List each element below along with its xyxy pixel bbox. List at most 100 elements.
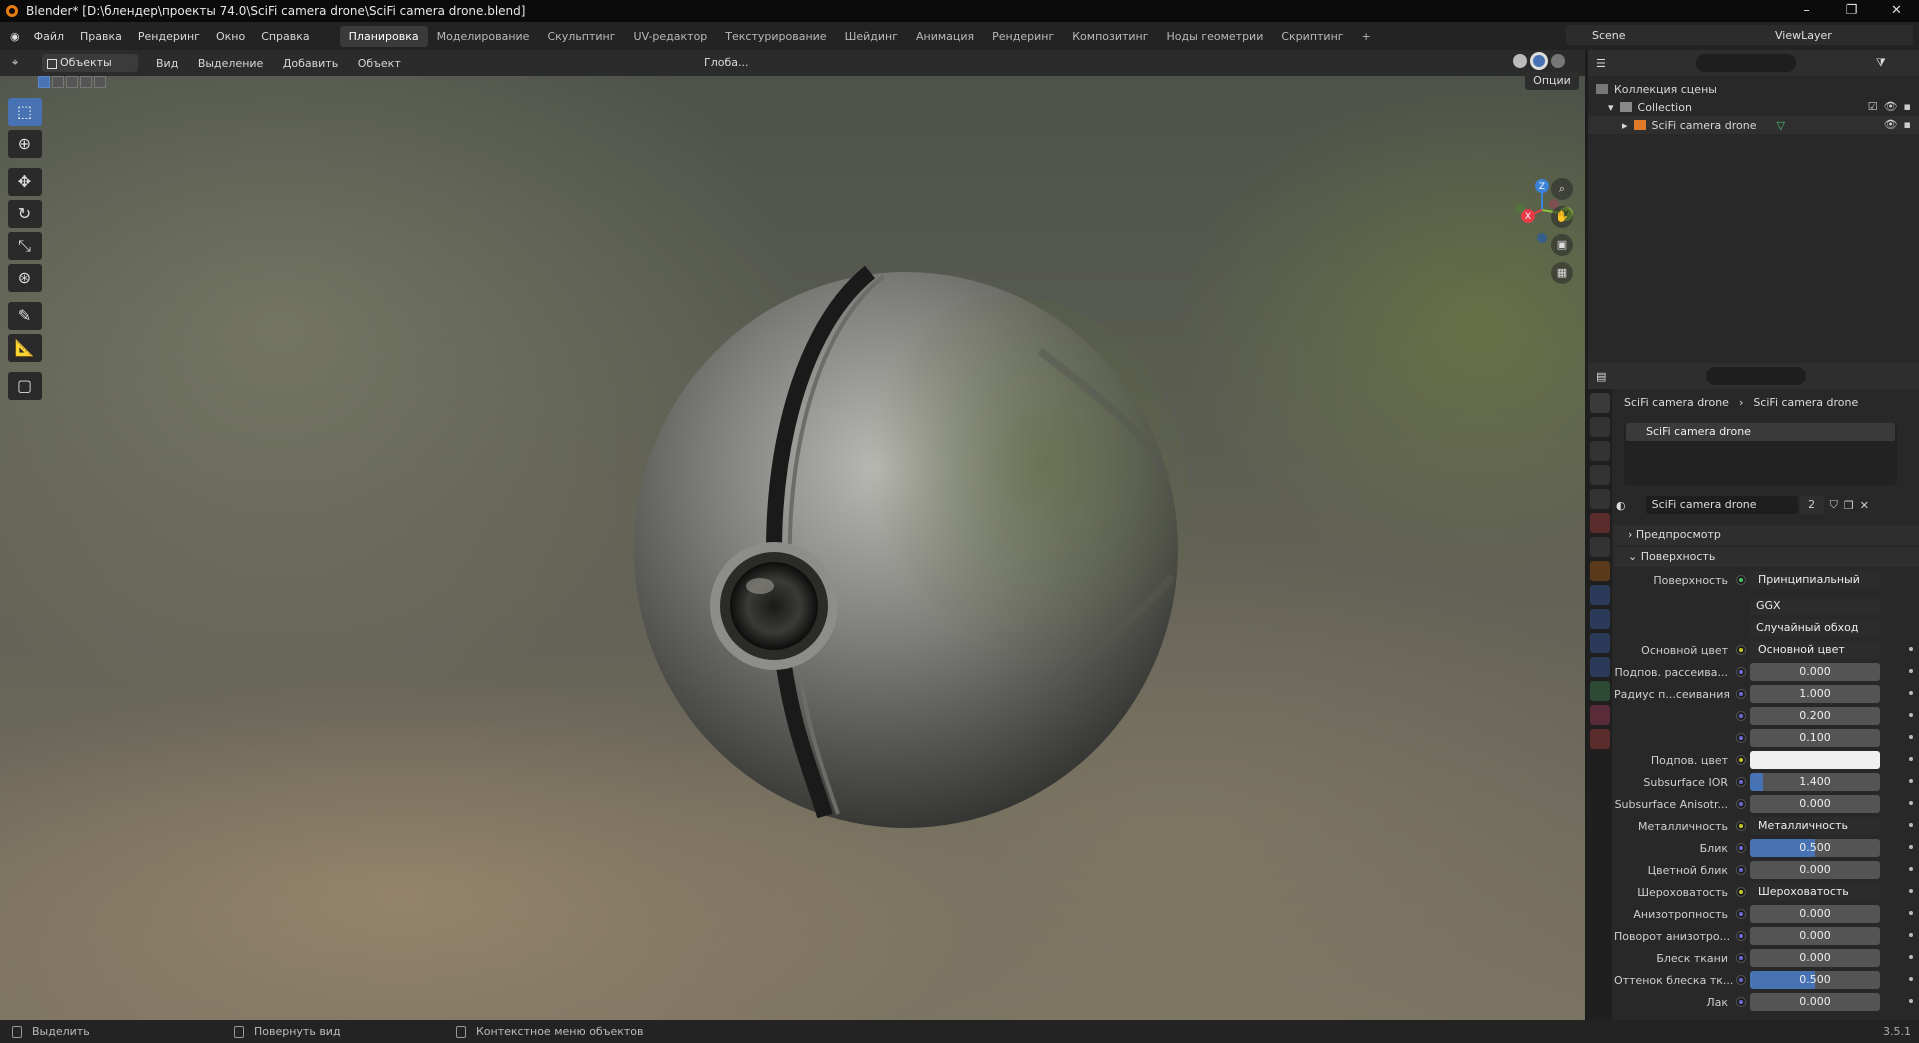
- socket-icon[interactable]: [1736, 755, 1746, 765]
- number-field[interactable]: 0.500: [1750, 971, 1880, 989]
- checkbox-icon[interactable]: ☑: [1868, 100, 1878, 113]
- keyframe-dot-icon[interactable]: [1909, 889, 1913, 893]
- surface-shader-field[interactable]: Принципиальный BSDF: [1750, 571, 1880, 589]
- menu-edit[interactable]: Правка: [72, 30, 130, 43]
- properties-search-input[interactable]: [1706, 367, 1807, 385]
- view-layer-selector[interactable]: ViewLayer: [1743, 25, 1913, 45]
- constraints-tab-icon[interactable]: [1590, 657, 1610, 677]
- move-icon[interactable]: ✥: [7, 168, 42, 196]
- panel-preview[interactable]: › Предпросмотр: [1614, 525, 1919, 545]
- maximize-icon[interactable]: ❐: [1829, 0, 1874, 22]
- camera-icon[interactable]: ▪: [1904, 118, 1911, 131]
- linked-input-field[interactable]: Шероховатость: [1750, 883, 1880, 901]
- color-swatch[interactable]: [1750, 751, 1880, 769]
- socket-icon[interactable]: [1736, 689, 1746, 699]
- outliner-collection[interactable]: ▾ Collection ☑ 👁 ▪: [1588, 98, 1919, 116]
- keyframe-dot-icon[interactable]: [1909, 669, 1913, 673]
- tab-animation[interactable]: Анимация: [907, 26, 983, 47]
- socket-icon[interactable]: [1736, 997, 1746, 1007]
- outliner-object[interactable]: ▸ SciFi camera drone ▽ 👁 ▪: [1588, 116, 1919, 134]
- cursor-icon[interactable]: ⊕: [7, 130, 42, 158]
- tab-rendering[interactable]: Рендеринг: [983, 26, 1063, 47]
- measure-icon[interactable]: 📐: [7, 334, 42, 362]
- socket-icon[interactable]: [1736, 975, 1746, 985]
- tab-sculpting[interactable]: Скульптинг: [538, 26, 624, 47]
- tab-geometry-nodes[interactable]: Ноды геометрии: [1158, 26, 1273, 47]
- material-browse-icon[interactable]: ◐: [1616, 499, 1626, 512]
- keyframe-dot-icon[interactable]: [1909, 999, 1913, 1003]
- socket-icon[interactable]: [1736, 645, 1746, 655]
- collection-tab-icon[interactable]: [1590, 537, 1610, 557]
- socket-icon[interactable]: [1736, 953, 1746, 963]
- editor-type-icon[interactable]: ⌖: [12, 56, 18, 70]
- number-field[interactable]: 0.000: [1750, 949, 1880, 967]
- physics-tab-icon[interactable]: [1590, 633, 1610, 653]
- select-extend-icon[interactable]: [52, 76, 64, 88]
- tab-layout[interactable]: Планировка: [339, 25, 428, 47]
- subsurface-method-dropdown[interactable]: Случайный обход: [1750, 619, 1880, 637]
- tool-tab-icon[interactable]: [1590, 393, 1610, 413]
- 3d-viewport[interactable]: Z Y X ⌕ ✋ ▣ ▦: [0, 76, 1585, 1020]
- socket-icon[interactable]: [1736, 887, 1746, 897]
- data-tab-icon[interactable]: [1590, 681, 1610, 701]
- view-menu[interactable]: Вид: [148, 57, 186, 70]
- keyframe-dot-icon[interactable]: [1909, 647, 1913, 651]
- ortho-grid-icon[interactable]: ▦: [1551, 262, 1573, 284]
- object-menu[interactable]: Объект: [350, 57, 409, 70]
- keyframe-dot-icon[interactable]: [1909, 735, 1913, 739]
- socket-icon[interactable]: [1736, 931, 1746, 941]
- minimize-icon[interactable]: –: [1784, 0, 1829, 22]
- socket-icon[interactable]: [1736, 843, 1746, 853]
- number-field[interactable]: 0.100: [1750, 729, 1880, 747]
- filter-icon[interactable]: ⧩: [1876, 56, 1886, 70]
- tab-modeling[interactable]: Моделирование: [428, 26, 539, 47]
- scale-icon[interactable]: ⤡: [7, 232, 42, 260]
- view-layer-tab-icon[interactable]: [1590, 465, 1610, 485]
- select-subtract-icon[interactable]: [66, 76, 78, 88]
- modifier-tab-icon[interactable]: [1590, 585, 1610, 605]
- camera-view-icon[interactable]: ▣: [1551, 234, 1573, 256]
- drone-model[interactable]: [0, 76, 1585, 1020]
- add-menu[interactable]: Добавить: [275, 57, 346, 70]
- options-dropdown[interactable]: Опции: [1525, 72, 1579, 90]
- socket-icon[interactable]: [1736, 777, 1746, 787]
- number-field[interactable]: 0.000: [1750, 905, 1880, 923]
- rotate-icon[interactable]: ↻: [7, 200, 42, 228]
- number-field[interactable]: 1.000: [1750, 685, 1880, 703]
- keyframe-dot-icon[interactable]: [1909, 955, 1913, 959]
- material-name-field[interactable]: SciFi camera drone: [1645, 496, 1798, 514]
- editor-type-icon[interactable]: ▤: [1596, 370, 1606, 383]
- menu-help[interactable]: Справка: [253, 30, 317, 43]
- number-field[interactable]: 0.500: [1750, 839, 1880, 857]
- eye-icon[interactable]: 👁: [1884, 118, 1898, 131]
- pan-hand-icon[interactable]: ✋: [1551, 206, 1573, 228]
- annotate-icon[interactable]: ✎: [7, 302, 42, 330]
- scene-tab-icon[interactable]: [1590, 489, 1610, 509]
- socket-icon[interactable]: [1736, 733, 1746, 743]
- world-tab-icon[interactable]: [1590, 513, 1610, 533]
- render-tab-icon[interactable]: [1590, 417, 1610, 437]
- socket-icon[interactable]: [1736, 799, 1746, 809]
- menu-window[interactable]: Окно: [208, 30, 253, 43]
- distribution-dropdown[interactable]: GGX: [1750, 597, 1880, 615]
- outliner-search-input[interactable]: [1695, 54, 1796, 72]
- socket-icon[interactable]: [1736, 711, 1746, 721]
- scene-selector[interactable]: Scene: [1566, 25, 1752, 45]
- add-workspace-icon[interactable]: +: [1353, 26, 1380, 47]
- keyframe-dot-icon[interactable]: [1909, 845, 1913, 849]
- number-field[interactable]: 0.000: [1750, 927, 1880, 945]
- keyframe-dot-icon[interactable]: [1909, 691, 1913, 695]
- camera-icon[interactable]: ▪: [1904, 100, 1911, 113]
- socket-icon[interactable]: [1736, 821, 1746, 831]
- texture-tab-icon[interactable]: [1590, 729, 1610, 749]
- object-mode-dropdown[interactable]: Объекты: [42, 54, 138, 72]
- add-cube-icon[interactable]: ▢: [7, 372, 42, 400]
- select-menu[interactable]: Выделение: [190, 57, 272, 70]
- mesh-data-icon[interactable]: ▽: [1776, 119, 1784, 132]
- menu-file[interactable]: Файл: [26, 30, 72, 43]
- select-invert-icon[interactable]: [80, 76, 92, 88]
- transform-orientation-dropdown[interactable]: Глоба...: [686, 54, 756, 72]
- socket-icon[interactable]: [1736, 575, 1746, 585]
- shading-solid-icon[interactable]: [1513, 54, 1527, 68]
- linked-input-field[interactable]: Основной цвет: [1750, 641, 1880, 659]
